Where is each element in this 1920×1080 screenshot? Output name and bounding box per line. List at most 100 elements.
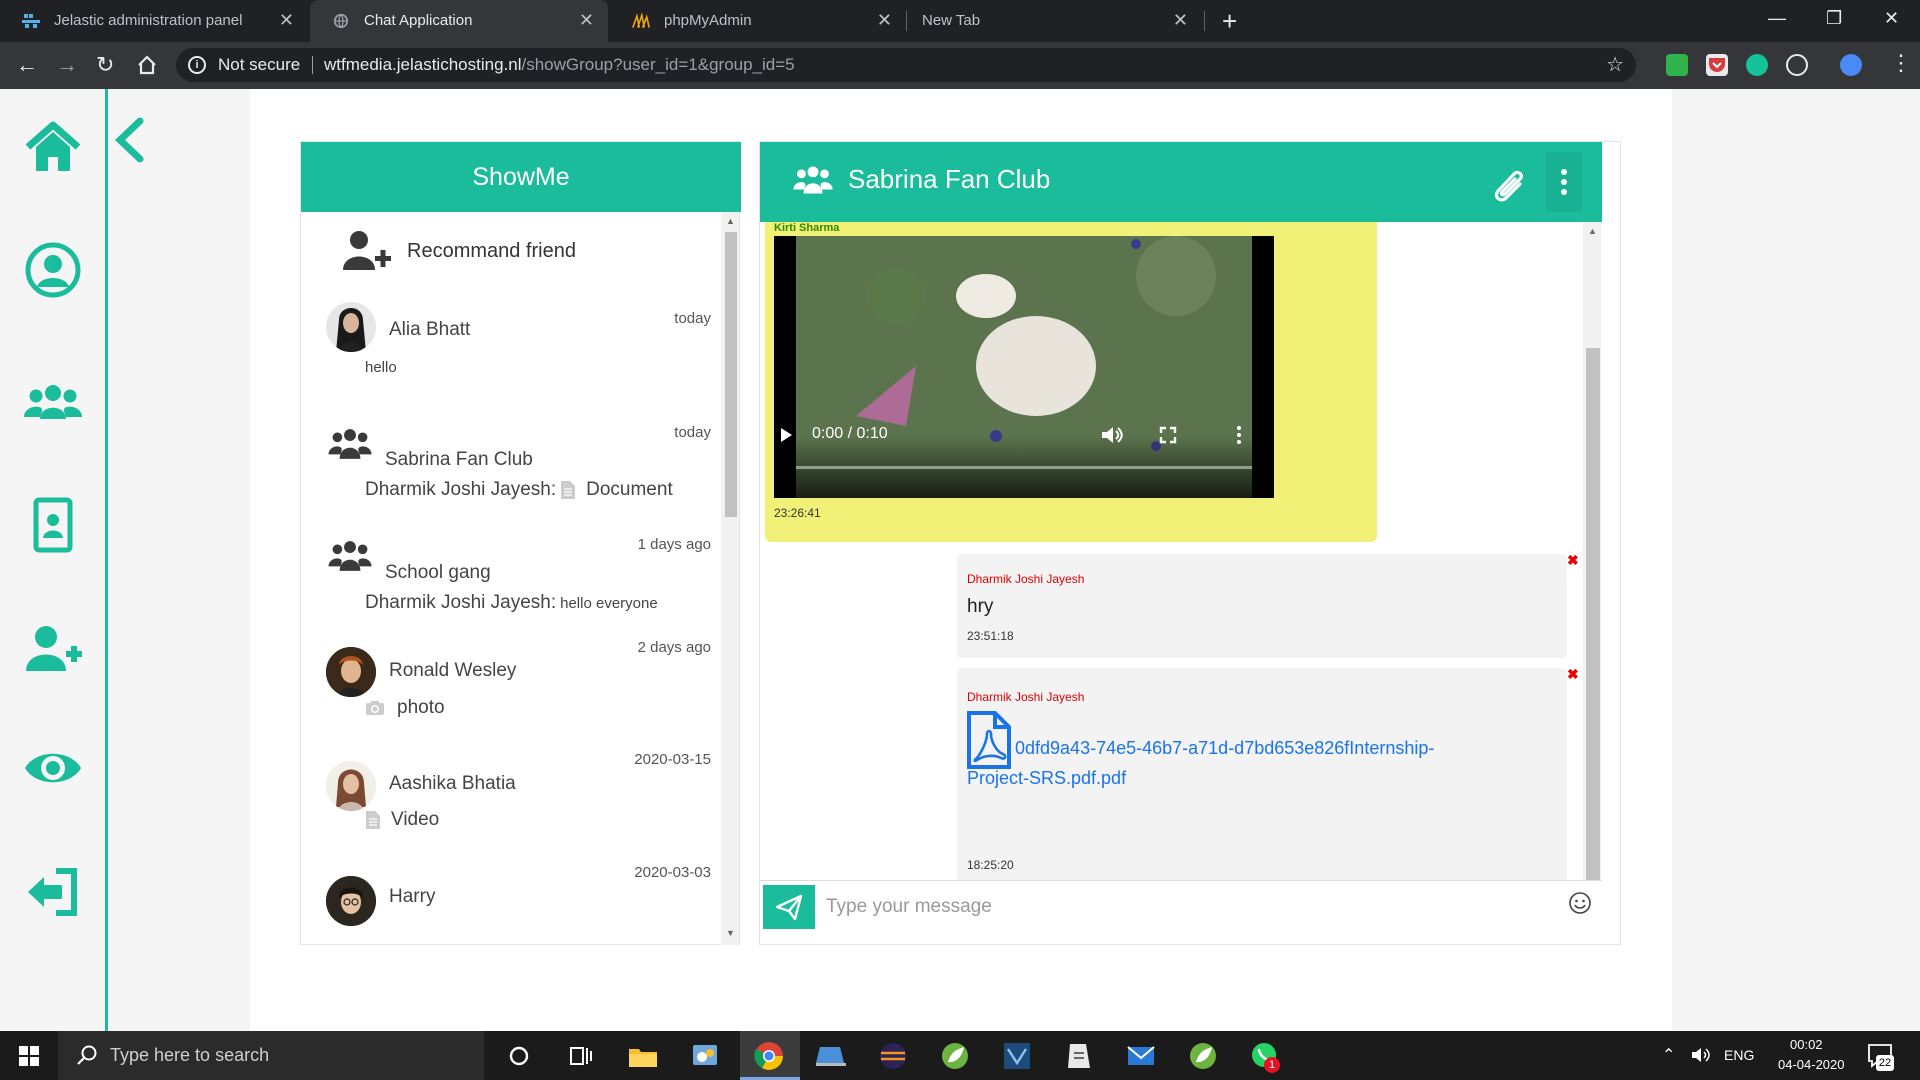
chat-item-time: 1 days ago [637, 536, 711, 553]
tab-close-icon[interactable]: ✕ [877, 10, 892, 31]
file-explorer-icon[interactable] [626, 1039, 660, 1073]
spring-boot-icon[interactable] [1186, 1039, 1220, 1073]
video-player[interactable]: 0:00 / 0:10 [774, 236, 1274, 498]
tab-phpmyadmin[interactable]: phpMyAdmin ✕ [610, 0, 906, 42]
chat-item-ronald-wesley[interactable]: Ronald Wesley 2 days ago photo [301, 635, 721, 735]
address-bar[interactable]: i Not secure wtfmedia.jelastichosting.nl… [176, 48, 1636, 82]
contacts-icon[interactable] [22, 494, 84, 556]
tab-chat-application[interactable]: Chat Application ✕ [310, 0, 608, 42]
chat-item-sabrina-fan-club[interactable]: Sabrina Fan Club today Dharmik Joshi Jay… [301, 420, 721, 520]
eclipse-icon[interactable] [876, 1039, 910, 1073]
file-link-line1[interactable]: 0dfd9a43-74e5-46b7-a71d-d7bd653e826fInte… [1015, 738, 1434, 759]
profile-icon[interactable] [22, 239, 84, 301]
back-arrow-icon[interactable]: ← [16, 52, 38, 78]
tab-jelastic[interactable]: Jelastic administration panel ✕ [0, 0, 308, 42]
forward-arrow-icon[interactable]: → [56, 52, 78, 78]
scrollbar-thumb[interactable] [1586, 348, 1600, 880]
home-browser-icon[interactable] [136, 54, 158, 76]
chat-item-preview: hello [365, 359, 397, 376]
pocket-icon[interactable] [1706, 54, 1728, 76]
logout-icon[interactable] [22, 861, 84, 923]
browser-toolbar: ← → ↻ i Not secure wtfmedia.jelastichost… [0, 42, 1920, 89]
video-more-icon[interactable] [1234, 424, 1244, 446]
chat-item-time: 2 days ago [637, 639, 711, 656]
control-panel-icon[interactable] [688, 1039, 722, 1073]
tab-close-icon[interactable]: ✕ [579, 10, 594, 31]
tab-new-tab[interactable]: New Tab ✕ [906, 0, 1202, 42]
paperclip-icon[interactable] [1490, 164, 1528, 204]
send-button[interactable] [763, 885, 815, 929]
clock-date[interactable]: 04-04-2020 [1778, 1057, 1845, 1072]
file-link-line2[interactable]: Project-SRS.pdf.pdf [967, 768, 1126, 789]
delete-message-icon[interactable]: ✖ [1567, 552, 1579, 569]
window-close-icon[interactable]: ✕ [1884, 8, 1899, 29]
chat-item-harry[interactable]: Harry 2020-03-03 [301, 862, 721, 945]
back-chevron-icon[interactable] [112, 117, 146, 163]
chat-list-scrollbar[interactable]: ▲ ▼ [721, 212, 739, 945]
scroll-up-arrow-icon[interactable]: ▲ [1588, 226, 1597, 236]
language-indicator[interactable]: ENG [1724, 1047, 1754, 1063]
notes-app-icon[interactable] [1062, 1039, 1096, 1073]
scroll-down-arrow-icon[interactable]: ▼ [726, 928, 735, 938]
search-placeholder: Type here to search [110, 1045, 270, 1065]
chrome-icon[interactable] [752, 1039, 786, 1073]
page-viewport: ShowMe Recommand friend Alia Bhatt today… [0, 89, 1920, 1031]
view-icon[interactable] [22, 737, 84, 799]
cortana-icon[interactable] [502, 1039, 536, 1073]
chat-item-aashika-bhatia[interactable]: Aashika Bhatia 2020-03-15 Video [301, 749, 721, 849]
browser-menu-icon[interactable]: ⋮ [1890, 50, 1912, 76]
chat-list-panel: ShowMe Recommand friend Alia Bhatt today… [300, 141, 741, 945]
avatar [326, 647, 376, 697]
restore-icon[interactable]: ❐ [1826, 8, 1842, 29]
reload-icon[interactable]: ↻ [96, 52, 114, 78]
profile-avatar-icon[interactable] [1840, 54, 1862, 76]
chat-item-alia-bhatt[interactable]: Alia Bhatt today hello [301, 302, 721, 402]
recommend-friend-label: Recommand friend [407, 240, 576, 262]
message-sender: Dharmik Joshi Jayesh [967, 572, 1085, 586]
scrollbar-thumb[interactable] [725, 232, 737, 517]
clock-time[interactable]: 00:02 [1790, 1037, 1823, 1052]
more-options-button[interactable] [1546, 152, 1582, 212]
add-friend-icon[interactable] [22, 617, 84, 679]
tray-chevron-icon[interactable]: ⌃ [1662, 1045, 1675, 1065]
extension-green-icon[interactable] [1666, 54, 1688, 76]
message-outgoing-text: Dharmik Joshi Jayesh hry 23:51:18 [957, 554, 1567, 658]
windows-start-icon[interactable] [12, 1039, 46, 1073]
info-icon[interactable]: i [188, 56, 206, 74]
new-tab-plus-icon[interactable]: + [1222, 6, 1237, 37]
taskbar-search-box[interactable]: Type here to search [58, 1031, 484, 1080]
notification-count: 22 [1876, 1055, 1894, 1071]
fullscreen-icon[interactable] [1159, 426, 1177, 444]
pdf-file-icon[interactable] [965, 710, 1013, 770]
spring-tool-icon[interactable] [938, 1039, 972, 1073]
globe-favicon-icon [333, 13, 349, 29]
minimize-icon[interactable]: — [1768, 8, 1786, 29]
play-icon[interactable] [778, 426, 794, 444]
preview-text: photo [397, 697, 445, 718]
laptop-app-icon[interactable] [814, 1039, 848, 1073]
scroll-up-arrow-icon[interactable]: ▲ [726, 216, 735, 226]
extension-circle-icon[interactable] [1786, 54, 1808, 76]
bookmark-star-icon[interactable]: ☆ [1606, 52, 1624, 77]
delete-message-icon[interactable]: ✖ [1567, 666, 1579, 683]
groups-icon[interactable] [22, 371, 84, 433]
chat-item-school-gang[interactable]: School gang 1 days ago Dharmik Joshi Jay… [301, 532, 721, 632]
message-input[interactable] [826, 885, 1556, 929]
omnibox-divider [312, 56, 313, 74]
mail-icon[interactable] [1124, 1039, 1158, 1073]
video-progress-track[interactable] [796, 466, 1252, 469]
emoji-icon[interactable] [1568, 891, 1592, 915]
task-view-icon[interactable] [564, 1039, 598, 1073]
grammarly-icon[interactable] [1746, 54, 1768, 76]
home-icon[interactable] [22, 117, 84, 179]
chat-item-preview-row: Dharmik Joshi Jayesh: hello everyone [365, 592, 658, 614]
tab-close-icon[interactable]: ✕ [1173, 10, 1188, 31]
speaker-icon[interactable] [1690, 1046, 1712, 1064]
group-avatar-icon [328, 429, 372, 459]
conversation-panel: Sabrina Fan Club Kirti Sharma 0:00 / 0:1… [759, 141, 1621, 945]
volume-icon[interactable] [1100, 424, 1124, 446]
tab-close-icon[interactable]: ✕ [279, 10, 294, 31]
message-list-scrollbar[interactable]: ▲ [1583, 222, 1601, 880]
workbench-icon[interactable] [1000, 1039, 1034, 1073]
avatar [326, 761, 376, 811]
